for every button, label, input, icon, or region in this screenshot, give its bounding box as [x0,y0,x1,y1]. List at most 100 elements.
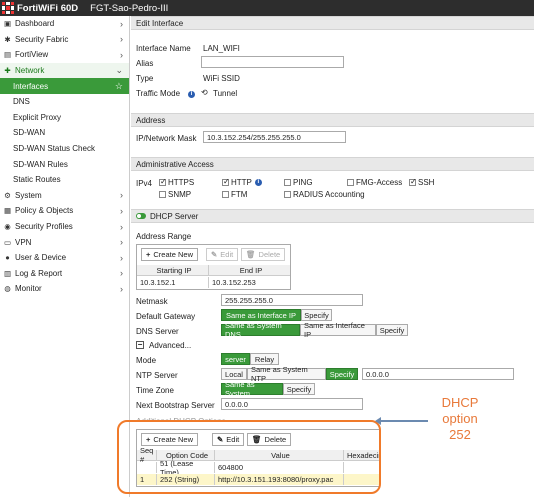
ftm-checkbox[interactable]: FTM [222,190,247,199]
annotation-highlight-box [117,420,381,494]
sidebar-item-user-device[interactable]: ● User & Device › [0,250,129,266]
sidebar-item-sd-wan[interactable]: SD-WAN [0,125,129,141]
info-icon: i [188,91,195,98]
admin-access-header: Administrative Access [131,157,534,171]
sidebar-item-dashboard[interactable]: ▣ Dashboard › [0,16,129,32]
default-gateway-label: Default Gateway [136,312,196,321]
sidebar-item-monitor[interactable]: ◍ Monitor › [0,281,129,297]
address-range-table: + Create New ✎ Edit 🗑 Delete Starting IP En… [136,244,291,290]
next-bootstrap-label: Next Bootstrap Server [136,401,215,410]
user-icon: ● [5,253,10,263]
info-icon: i [254,179,262,186]
ntp-same-as-system-button[interactable]: Same as System NTP [247,365,326,383]
vpn-icon: ▭ [3,237,12,247]
sidebar-item-dns[interactable]: DNS [0,94,129,110]
sidebar-item-network[interactable]: ✚ Network ⌄ [0,62,129,79]
fortinet-logo-icon [2,2,14,14]
dns-server-label: DNS Server [136,327,179,336]
dns-specify-button[interactable]: Specify [376,324,408,336]
sidebar-item-security-fabric[interactable]: ✱ Security Fabric › [0,32,129,48]
edit-interface-header: Edit Interface [131,16,534,30]
netmask-label: Netmask [136,297,168,306]
interface-name-label: Interface Name [136,44,191,53]
log-icon: ▥ [3,268,12,278]
collapse-icon[interactable]: − [136,341,144,349]
interface-name-value: LAN_WIFI [203,44,240,53]
sidebar-item-policy-objects[interactable]: ▦ Policy & Objects › [0,203,129,219]
table-header: Starting IP End IP [137,264,290,276]
time-zone-label: Time Zone [136,386,174,395]
device-model: FortiWiFi 60D [17,2,79,14]
trash-icon: 🗑 [246,250,256,259]
type-label: Type [136,74,154,83]
address-range-label: Address Range [136,232,192,241]
snmp-checkbox[interactable]: SNMP [159,190,191,199]
ntp-server-input[interactable]: 0.0.0.0 [362,368,514,380]
network-icon: ✚ [4,66,11,76]
create-new-button[interactable]: + Create New [141,248,198,261]
edit-icon: ✎ [211,250,218,259]
traffic-mode-value: Tunnel [213,89,238,98]
http-checkbox[interactable]: HTTPi [222,177,262,187]
edit-button[interactable]: ✎ Edit [206,248,239,261]
sidebar-item-static-routes[interactable]: Static Routes [0,172,129,188]
ip-mask-input[interactable]: 10.3.152.254/255.255.255.0 [203,131,346,143]
gateway-specify-button[interactable]: Specify [301,309,332,321]
sidebar-item-system[interactable]: ⚙ System › [0,188,129,204]
mode-relay-button[interactable]: Relay [250,353,279,365]
sidebar-item-vpn[interactable]: ▭ VPN › [0,234,129,250]
sidebar-item-sd-wan-status-check[interactable]: SD-WAN Status Check [0,141,129,157]
sidebar-item-security-profiles[interactable]: ◉ Security Profiles › [0,219,129,235]
gateway-same-as-interface-button[interactable]: Same as Interface IP [221,309,301,321]
annotation-label: DHCP option 252 [441,395,479,442]
tz-same-as-system-button[interactable]: Same as System [221,380,283,398]
annotation-arrow [375,417,428,425]
sidebar-item-log-report[interactable]: ▥ Log & Report › [0,266,129,282]
ipv4-label: IPv4 [136,179,153,188]
alias-label: Alias [136,59,154,68]
ntp-local-button[interactable]: Local [221,368,247,380]
dhcp-toggle[interactable] [136,213,146,219]
traffic-mode-label: Traffic Mode [136,89,181,98]
ip-mask-label: IP/Network Mask [136,134,197,143]
monitor-icon: ◍ [4,284,11,294]
ntp-specify-button[interactable]: Specify [326,368,358,380]
alias-input[interactable] [201,56,344,68]
top-bar: FortiWiFi 60D FGT-Sao-Pedro-III [0,0,534,16]
dns-same-as-system-button[interactable]: Same as System DNS [221,321,300,339]
type-value: WiFi SSID [203,74,240,83]
favorite-star-icon: ☆ [114,80,123,91]
mode-label: Mode [136,356,157,365]
netmask-input[interactable]: 255.255.255.0 [221,294,363,306]
system-icon: ⚙ [4,190,11,200]
ntp-server-label: NTP Server [136,371,178,380]
table-row[interactable]: 10.3.152.1 10.3.152.253 [137,277,290,288]
sidebar-item-sd-wan-rules[interactable]: SD-WAN Rules [0,156,129,172]
address-header: Address [131,113,534,127]
ssh-checkbox[interactable]: SSH [409,177,434,187]
ping-checkbox[interactable]: PING [284,178,313,187]
policy-icon: ▦ [3,206,12,216]
tz-specify-button[interactable]: Specify [283,383,315,395]
fmg-access-checkbox[interactable]: FMG-Access [347,178,402,187]
sidebar-item-explicit-proxy[interactable]: Explicit Proxy [0,110,129,126]
fortinet-logo: FortiWiFi 60D [0,0,78,16]
advanced-label[interactable]: Advanced... [149,341,191,350]
hostname: FGT-Sao-Pedro-III [90,2,169,14]
security-profiles-icon: ◉ [4,222,11,232]
https-checkbox[interactable]: HTTPS [159,177,194,187]
plus-icon: + [146,250,151,259]
delete-button[interactable]: 🗑 Delete [241,248,286,261]
dhcp-server-header: DHCP Server [131,209,534,223]
sidebar-item-fortiview[interactable]: ▤ FortiView › [0,47,129,63]
dashboard-icon: ▣ [3,19,12,29]
radius-accounting-checkbox[interactable]: RADIUS Accounting [284,190,365,199]
fortiview-icon: ▤ [3,50,12,60]
tunnel-icon: ⟲ [201,88,208,97]
fabric-icon: ✱ [4,34,11,44]
mode-server-button[interactable]: server [221,353,250,365]
dns-same-as-interface-button[interactable]: Same as Interface IP [300,321,376,339]
sidebar-item-interfaces[interactable]: Interfaces ☆ [0,78,129,94]
next-bootstrap-input[interactable]: 0.0.0.0 [221,398,363,410]
sidebar: ▣ Dashboard › ✱ Security Fabric › ▤ FortiV… [0,16,130,497]
